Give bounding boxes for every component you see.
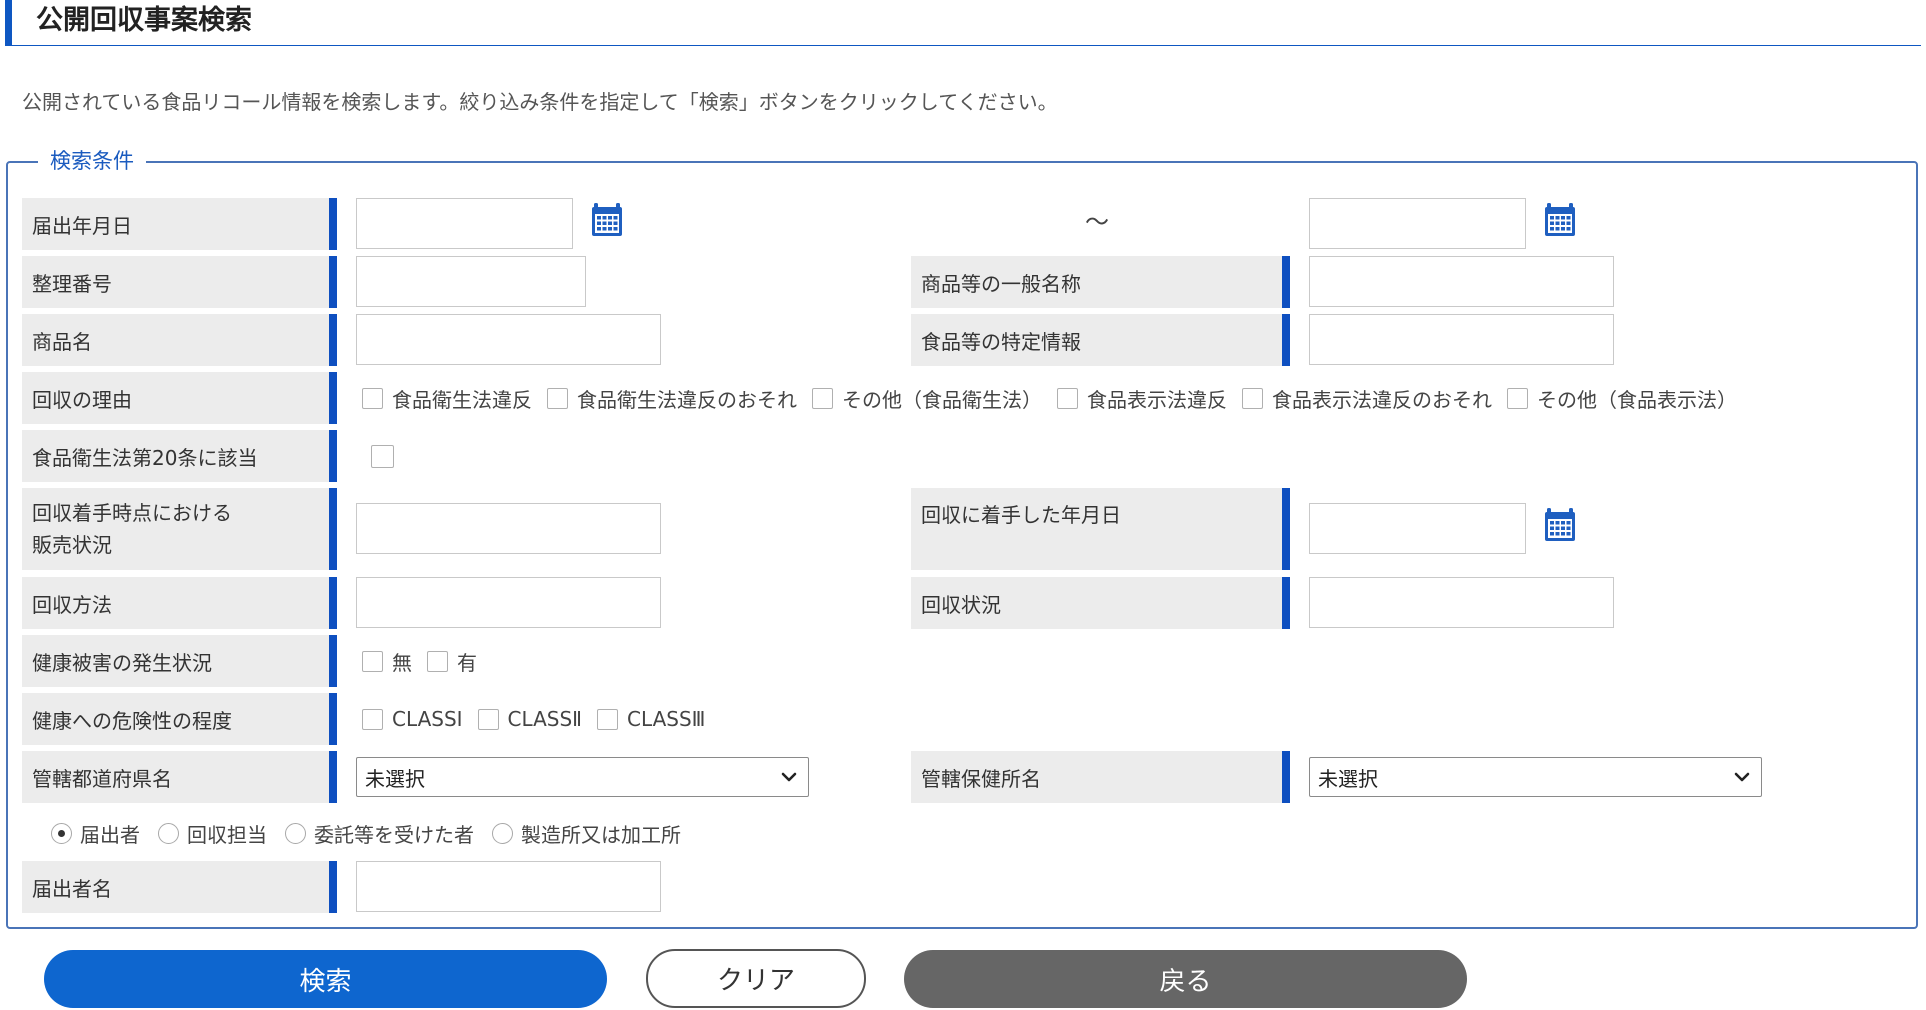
- notification-date-to-input[interactable]: [1309, 198, 1526, 249]
- prefecture-selected-value: 未選択: [365, 766, 425, 791]
- reference-number-input[interactable]: [356, 256, 586, 307]
- recall-reason-checkbox-food-labeling-violation[interactable]: [1057, 387, 1078, 409]
- recall-status-input[interactable]: [1309, 577, 1614, 628]
- specific-info-input[interactable]: [1309, 314, 1614, 365]
- checkbox-label: その他（食品衛生法）: [842, 387, 1042, 412]
- recall-start-date-label: 回収に着手した年月日: [911, 488, 1290, 570]
- notifier-name-label: 届出者名: [22, 861, 337, 913]
- general-name-input[interactable]: [1309, 256, 1614, 307]
- recall-reason-checkbox-other-food-labeling[interactable]: [1507, 387, 1528, 409]
- radio-label: 委託等を受けた者: [314, 822, 474, 847]
- sales-status-label: 回収着手時点における 販売状況: [22, 488, 337, 570]
- checkbox-label: その他（食品表示法）: [1537, 387, 1737, 412]
- radio-manufacturer[interactable]: [492, 822, 513, 844]
- search-button[interactable]: 検索: [44, 950, 607, 1008]
- fieldset-legend: 検索条件: [38, 145, 146, 177]
- reference-number-label: 整理番号: [22, 256, 337, 308]
- party-type-radio-group: 届出者 回収担当 委託等を受けた者 製造所又は加工所: [51, 818, 699, 848]
- sales-status-label-line1: 回収着手時点における: [32, 501, 232, 525]
- checkbox-label: CLASSⅡ: [507, 707, 583, 731]
- health-center-select[interactable]: 未選択: [1309, 757, 1762, 797]
- radio-label: 届出者: [80, 822, 140, 847]
- chevron-down-icon: [780, 768, 798, 786]
- recall-reason-checkbox-food-labeling-possible-violation[interactable]: [1242, 387, 1263, 409]
- prefecture-label: 管轄都道府県名: [22, 751, 337, 803]
- recall-start-date-input[interactable]: [1309, 503, 1526, 554]
- calendar-icon[interactable]: [1544, 508, 1576, 542]
- product-name-label: 商品名: [22, 314, 337, 366]
- risk-level-checkbox-class1[interactable]: [362, 708, 383, 730]
- recall-reason-checkbox-food-sanitation-violation[interactable]: [362, 387, 383, 409]
- checkbox-label: CLASSⅠ: [392, 707, 463, 731]
- radio-label: 回収担当: [187, 822, 267, 847]
- clear-button[interactable]: クリア: [646, 949, 866, 1008]
- general-name-label: 商品等の一般名称: [911, 256, 1290, 308]
- health-damage-options: 無 有: [362, 635, 492, 687]
- health-center-selected-value: 未選択: [1318, 766, 1378, 791]
- checkbox-label: 食品衛生法違反のおそれ: [577, 387, 797, 412]
- back-button[interactable]: 戻る: [904, 950, 1467, 1008]
- risk-level-checkbox-class2[interactable]: [477, 708, 499, 730]
- calendar-icon[interactable]: [1544, 203, 1576, 237]
- notifier-name-input[interactable]: [356, 861, 661, 912]
- recall-method-input[interactable]: [356, 577, 661, 628]
- checkbox-label: 食品表示法違反: [1087, 387, 1227, 412]
- checkbox-label: 有: [457, 650, 477, 675]
- notification-date-label: 届出年月日: [22, 198, 337, 250]
- radio-label: 製造所又は加工所: [521, 822, 681, 847]
- calendar-icon[interactable]: [591, 203, 623, 237]
- prefecture-select[interactable]: 未選択: [356, 757, 809, 797]
- radio-notifier[interactable]: [51, 822, 72, 844]
- risk-level-checkbox-class3[interactable]: [597, 708, 619, 730]
- chevron-down-icon: [1733, 768, 1751, 786]
- specific-info-label: 食品等の特定情報: [911, 314, 1290, 366]
- risk-level-options: CLASSⅠ CLASSⅡ CLASSⅢ: [362, 693, 720, 745]
- page-title: 公開回収事案検索: [36, 5, 252, 36]
- checkbox-label: CLASSⅢ: [627, 707, 706, 731]
- radio-recall-manager[interactable]: [158, 822, 179, 844]
- article20-label: 食品衛生法第20条に該当: [22, 430, 337, 482]
- recall-reason-checkbox-food-sanitation-possible-violation[interactable]: [547, 387, 568, 409]
- recall-reason-options: 食品衛生法違反 食品衛生法違反のおそれ その他（食品衛生法） 食品表示法違反 食…: [362, 372, 1752, 424]
- notification-date-from-input[interactable]: [356, 198, 573, 249]
- recall-reason-label: 回収の理由: [22, 372, 337, 424]
- health-damage-checkbox-none[interactable]: [362, 650, 383, 672]
- recall-reason-checkbox-other-food-sanitation[interactable]: [812, 387, 833, 409]
- checkbox-label: 食品衛生法違反: [392, 387, 532, 412]
- article20-checkbox[interactable]: [371, 445, 394, 468]
- recall-method-label: 回収方法: [22, 577, 337, 629]
- recall-status-label: 回収状況: [911, 577, 1290, 629]
- health-center-label: 管轄保健所名: [911, 751, 1290, 803]
- health-damage-checkbox-yes[interactable]: [427, 650, 448, 672]
- radio-contractor[interactable]: [285, 822, 306, 844]
- sales-status-input[interactable]: [356, 503, 661, 554]
- checkbox-label: 食品表示法違反のおそれ: [1272, 387, 1492, 412]
- title-bar: [5, 0, 1921, 46]
- page-description: 公開されている食品リコール情報を検索します。絞り込み条件を指定して「検索」ボタン…: [22, 90, 1058, 114]
- sales-status-label-line2: 販売状況: [32, 533, 112, 557]
- date-range-separator: ～: [1085, 208, 1109, 236]
- checkbox-label: 無: [392, 650, 412, 675]
- health-damage-label: 健康被害の発生状況: [22, 635, 337, 687]
- risk-level-label: 健康への危険性の程度: [22, 693, 337, 745]
- product-name-input[interactable]: [356, 314, 661, 365]
